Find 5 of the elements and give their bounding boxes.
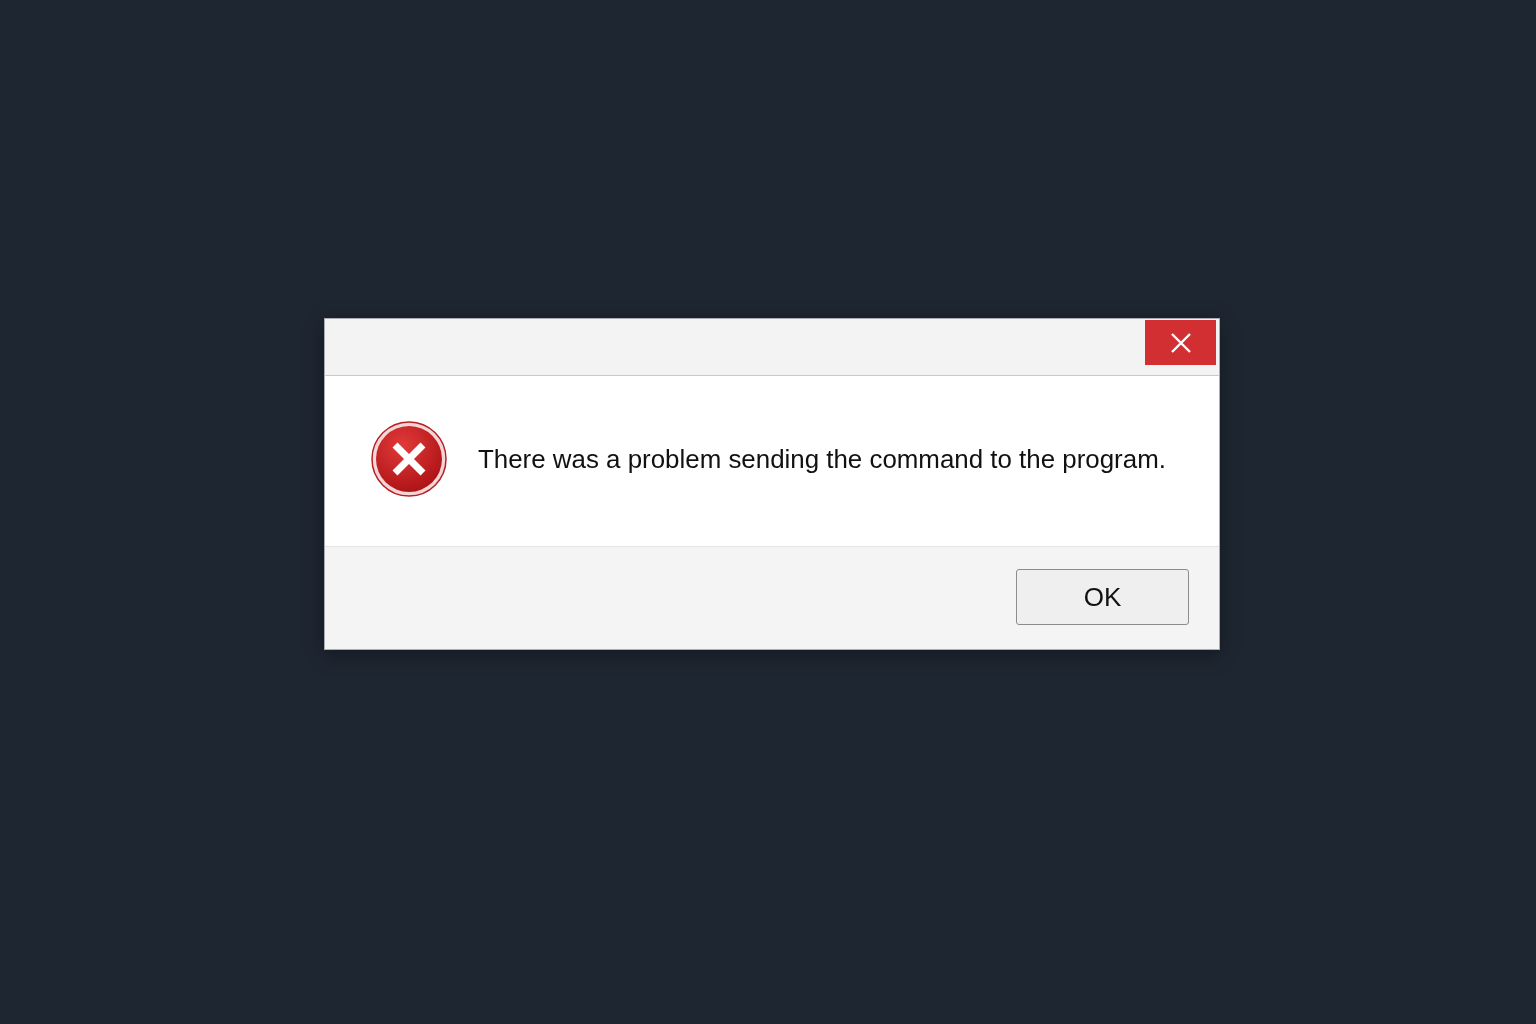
close-button[interactable] xyxy=(1145,320,1216,365)
error-icon xyxy=(371,421,447,497)
error-message: There was a problem sending the command to the program. xyxy=(478,444,1166,474)
close-icon xyxy=(1170,332,1191,353)
ok-button[interactable]: OK xyxy=(1016,569,1189,625)
